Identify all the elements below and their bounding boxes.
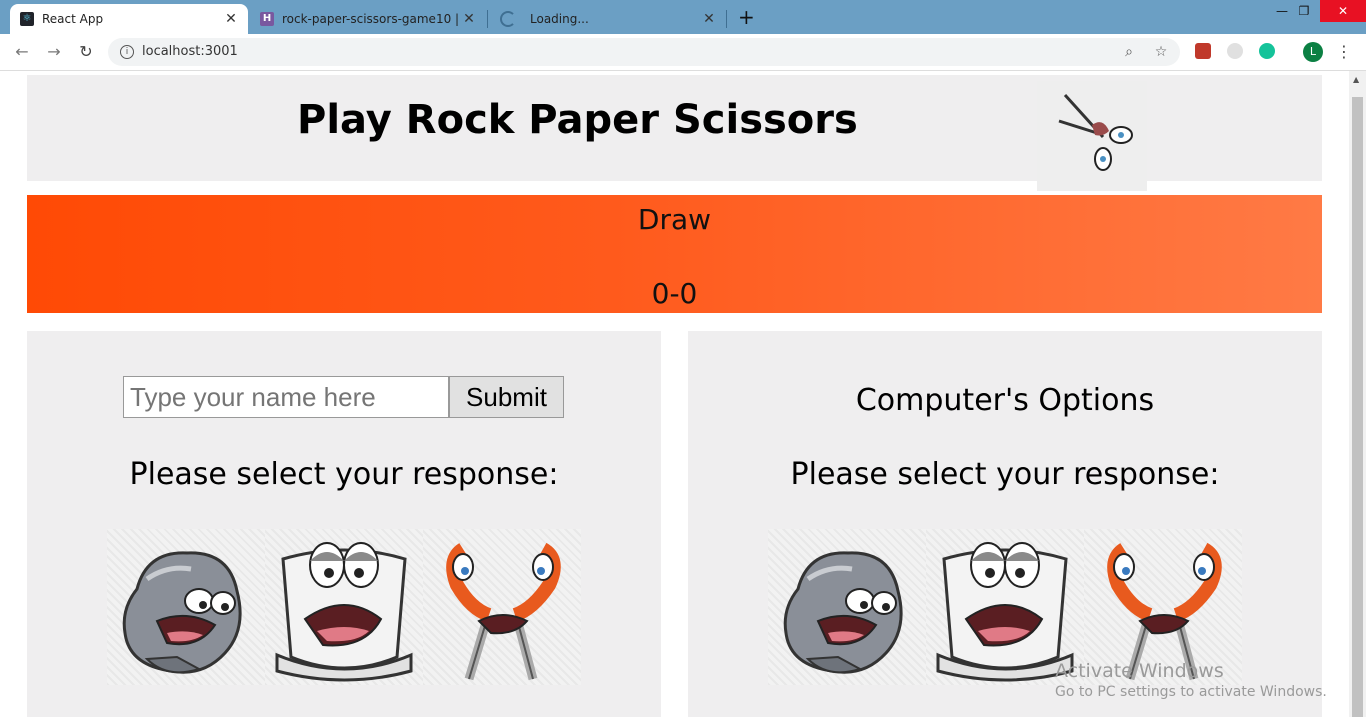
react-icon: ⚛: [20, 12, 34, 26]
tab-loading[interactable]: Loading... ✕: [490, 4, 726, 34]
tab-heroku[interactable]: H rock-paper-scissors-game10 | He ✕: [250, 4, 486, 34]
page-scrollbar[interactable]: ▲: [1349, 71, 1366, 717]
tab-react-app[interactable]: ⚛ React App ✕: [10, 4, 248, 34]
rock-icon: [783, 551, 903, 674]
player-choices: [107, 529, 581, 685]
computer-rock-option: [768, 529, 926, 685]
grammarly-icon[interactable]: [1259, 43, 1275, 59]
score: 0-0: [651, 277, 698, 310]
player-prompt: Please select your response:: [129, 457, 559, 492]
name-input[interactable]: [123, 376, 449, 418]
paper-icon: [275, 542, 413, 682]
scroll-up-arrow-icon[interactable]: ▲: [1353, 75, 1359, 84]
scissors-logo-icon: [1037, 81, 1147, 191]
close-tab-icon[interactable]: ✕: [702, 11, 716, 27]
computer-heading: Computer's Options: [855, 383, 1155, 418]
close-tab-icon[interactable]: ✕: [224, 11, 238, 27]
reload-icon[interactable]: ↻: [76, 42, 96, 62]
scissors-choice-button[interactable]: [423, 529, 581, 685]
rock-choice-button[interactable]: [107, 529, 265, 685]
scrollbar-thumb[interactable]: [1352, 97, 1363, 717]
bookmark-star-icon[interactable]: ☆: [1152, 43, 1170, 61]
window-close-icon[interactable]: ✕: [1320, 0, 1366, 22]
submit-button[interactable]: Submit: [449, 376, 564, 418]
close-tab-icon[interactable]: ✕: [462, 11, 476, 27]
page-header: Play Rock Paper Scissors: [27, 75, 1322, 191]
forward-arrow-icon[interactable]: →: [44, 42, 64, 62]
round-result: Draw: [637, 203, 712, 236]
url-text[interactable]: localhost:3001: [142, 44, 238, 59]
computer-prompt: Please select your response:: [790, 457, 1220, 492]
tab-separator: [726, 10, 727, 28]
restore-icon[interactable]: ❐: [1284, 0, 1324, 22]
url-omnibox[interactable]: i localhost:3001 ⌕ ☆: [108, 38, 1180, 66]
tab-title: React App: [42, 12, 104, 26]
windows-activation-watermark: Activate Windows Go to PC settings to ac…: [1055, 660, 1327, 700]
rock-icon: [122, 551, 242, 674]
scissors-icon: [446, 542, 561, 681]
profile-avatar[interactable]: L: [1303, 42, 1323, 62]
tab-separator: [487, 10, 488, 28]
extension-icon[interactable]: [1227, 43, 1243, 59]
game-status-banner: Draw 0-0: [27, 195, 1322, 313]
heroku-icon: H: [260, 12, 274, 26]
page-title: Play Rock Paper Scissors: [297, 97, 858, 143]
extension-icon[interactable]: [1195, 43, 1211, 59]
paper-choice-button[interactable]: [265, 529, 423, 685]
player-panel: Submit Please select your response:: [27, 331, 661, 717]
watermark-title: Activate Windows: [1055, 660, 1224, 682]
zoom-icon[interactable]: ⌕: [1120, 43, 1138, 61]
back-arrow-icon[interactable]: ←: [12, 42, 32, 62]
new-tab-button[interactable]: +: [738, 5, 755, 29]
page-viewport: Play Rock Paper Scissors Draw 0-0 Submit…: [0, 71, 1349, 717]
tab-title: rock-paper-scissors-game10 | He: [282, 12, 462, 26]
tab-title: Loading...: [530, 12, 589, 26]
address-bar: ← → ↻ i localhost:3001 ⌕ ☆ L ⋮: [0, 34, 1366, 71]
browser-tab-bar: ⚛ React App ✕ H rock-paper-scissors-game…: [0, 0, 1366, 34]
menu-kebab-icon[interactable]: ⋮: [1334, 42, 1354, 62]
loading-spinner-icon: [500, 11, 516, 27]
watermark-subtitle: Go to PC settings to activate Windows.: [1055, 684, 1327, 700]
info-icon[interactable]: i: [120, 45, 134, 59]
